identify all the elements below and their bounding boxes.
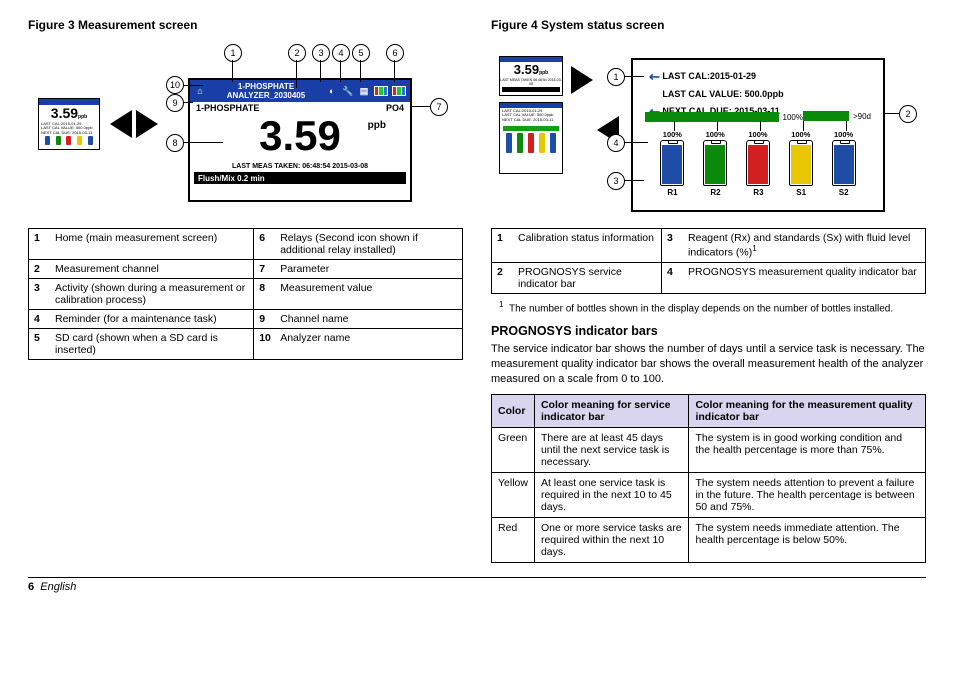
callout-4: 4 bbox=[607, 134, 625, 152]
reagent-bottle bbox=[660, 140, 684, 186]
figure3-key-table: 1Home (main measurement screen)6Relays (… bbox=[28, 228, 463, 360]
measurement-screen: ⌂ 1-PHOSPHATE ANALYZER_2030405 ◐ 🔧 ▤ 1-P… bbox=[188, 78, 412, 202]
prognosys-heading: PROGNOSYS indicator bars bbox=[491, 324, 926, 338]
service-indicator-bar: >90d bbox=[803, 111, 871, 121]
measurement-unit: ppb bbox=[368, 121, 386, 131]
system-status-screen: ↗ LAST CAL:2015-01-29 ↗ LAST CAL VALUE: … bbox=[631, 58, 885, 212]
figure4-thumb-status: LAST CAL:2015-01-29LAST CAL VALUE: 500.0… bbox=[499, 102, 563, 174]
page-footer: 6 English bbox=[28, 581, 926, 593]
figure4-title: Figure 4 System status screen bbox=[491, 18, 926, 32]
callout-9: 9 bbox=[166, 94, 184, 112]
callout-1: 1 bbox=[607, 68, 625, 86]
callout-2: 2 bbox=[288, 44, 306, 62]
channel-name: 1-PHOSPHATE bbox=[196, 103, 259, 113]
calibration-status: ↗ LAST CAL:2015-01-29 ↗ LAST CAL VALUE: … bbox=[649, 66, 784, 119]
channel-title: 1-PHOSPHATE bbox=[238, 82, 294, 91]
nav-arrow-right-icon bbox=[136, 110, 158, 138]
callout-8: 8 bbox=[166, 134, 184, 152]
callout-3: 3 bbox=[312, 44, 330, 62]
callout-10: 10 bbox=[166, 76, 184, 94]
figure3-title: Figure 3 Measurement screen bbox=[28, 18, 463, 32]
figure4-illustration: 3.59ppb LAST MEAS TAKEN 06:48:54 2015-03… bbox=[491, 38, 926, 218]
home-icon: ⌂ bbox=[194, 85, 206, 97]
parameter: PO4 bbox=[386, 103, 404, 113]
nav-arrow-left-icon bbox=[110, 110, 132, 138]
figure3-illustration: 3.59ppb LAST CAL:2015-01-29LAST CAL VALU… bbox=[28, 38, 463, 218]
reminder-icon: 🔧 bbox=[342, 85, 354, 97]
right-column: Figure 4 System status screen 3.59ppb LA… bbox=[491, 18, 926, 563]
left-column: Figure 3 Measurement screen 3.59ppb LAST… bbox=[28, 18, 463, 563]
callout-2: 2 bbox=[899, 105, 917, 123]
figure4-key-table: 1Calibration status information3Reagent … bbox=[491, 228, 926, 294]
flush-mix-bar: Flush/Mix 0.2 min bbox=[194, 172, 406, 184]
figure4-thumb-measure: 3.59ppb LAST MEAS TAKEN 06:48:54 2015-03… bbox=[499, 56, 563, 96]
reagent-bottle bbox=[746, 140, 770, 186]
nav-arrow-right-icon bbox=[571, 66, 593, 94]
color-meaning-table: ColorColor meaning for service indicator… bbox=[491, 394, 926, 563]
callout-3: 3 bbox=[607, 172, 625, 190]
reagent-bottle bbox=[832, 140, 856, 186]
page-footer-rule bbox=[28, 577, 926, 578]
relay-icon bbox=[374, 86, 388, 96]
callout-6: 6 bbox=[386, 44, 404, 62]
quality-indicator-bar: 100% bbox=[645, 112, 803, 122]
analyzer-name: ANALYZER_2030405 bbox=[227, 91, 305, 100]
prognosys-body: The service indicator bar shows the numb… bbox=[491, 342, 926, 387]
callout-7: 7 bbox=[430, 98, 448, 116]
measurement-value: 3.59 ppb bbox=[190, 113, 410, 157]
callout-5: 5 bbox=[352, 44, 370, 62]
reagent-bottle bbox=[789, 140, 813, 186]
top-bar: ⌂ 1-PHOSPHATE ANALYZER_2030405 ◐ 🔧 ▤ bbox=[190, 80, 410, 102]
sd-card-icon: ▤ bbox=[358, 85, 370, 97]
activity-icon: ◐ bbox=[326, 85, 338, 97]
page-body: Figure 3 Measurement screen 3.59ppb LAST… bbox=[28, 18, 926, 563]
cal-arrow-icon: ↗ bbox=[644, 67, 664, 87]
callout-1: 1 bbox=[224, 44, 242, 62]
figure4-footnote: 1 The number of bottles shown in the dis… bbox=[499, 300, 926, 314]
relay2-icon bbox=[392, 86, 406, 96]
reagent-bottle bbox=[703, 140, 727, 186]
figure3-thumbnail: 3.59ppb LAST CAL:2015-01-29LAST CAL VALU… bbox=[38, 98, 100, 150]
callout-4: 4 bbox=[332, 44, 350, 62]
